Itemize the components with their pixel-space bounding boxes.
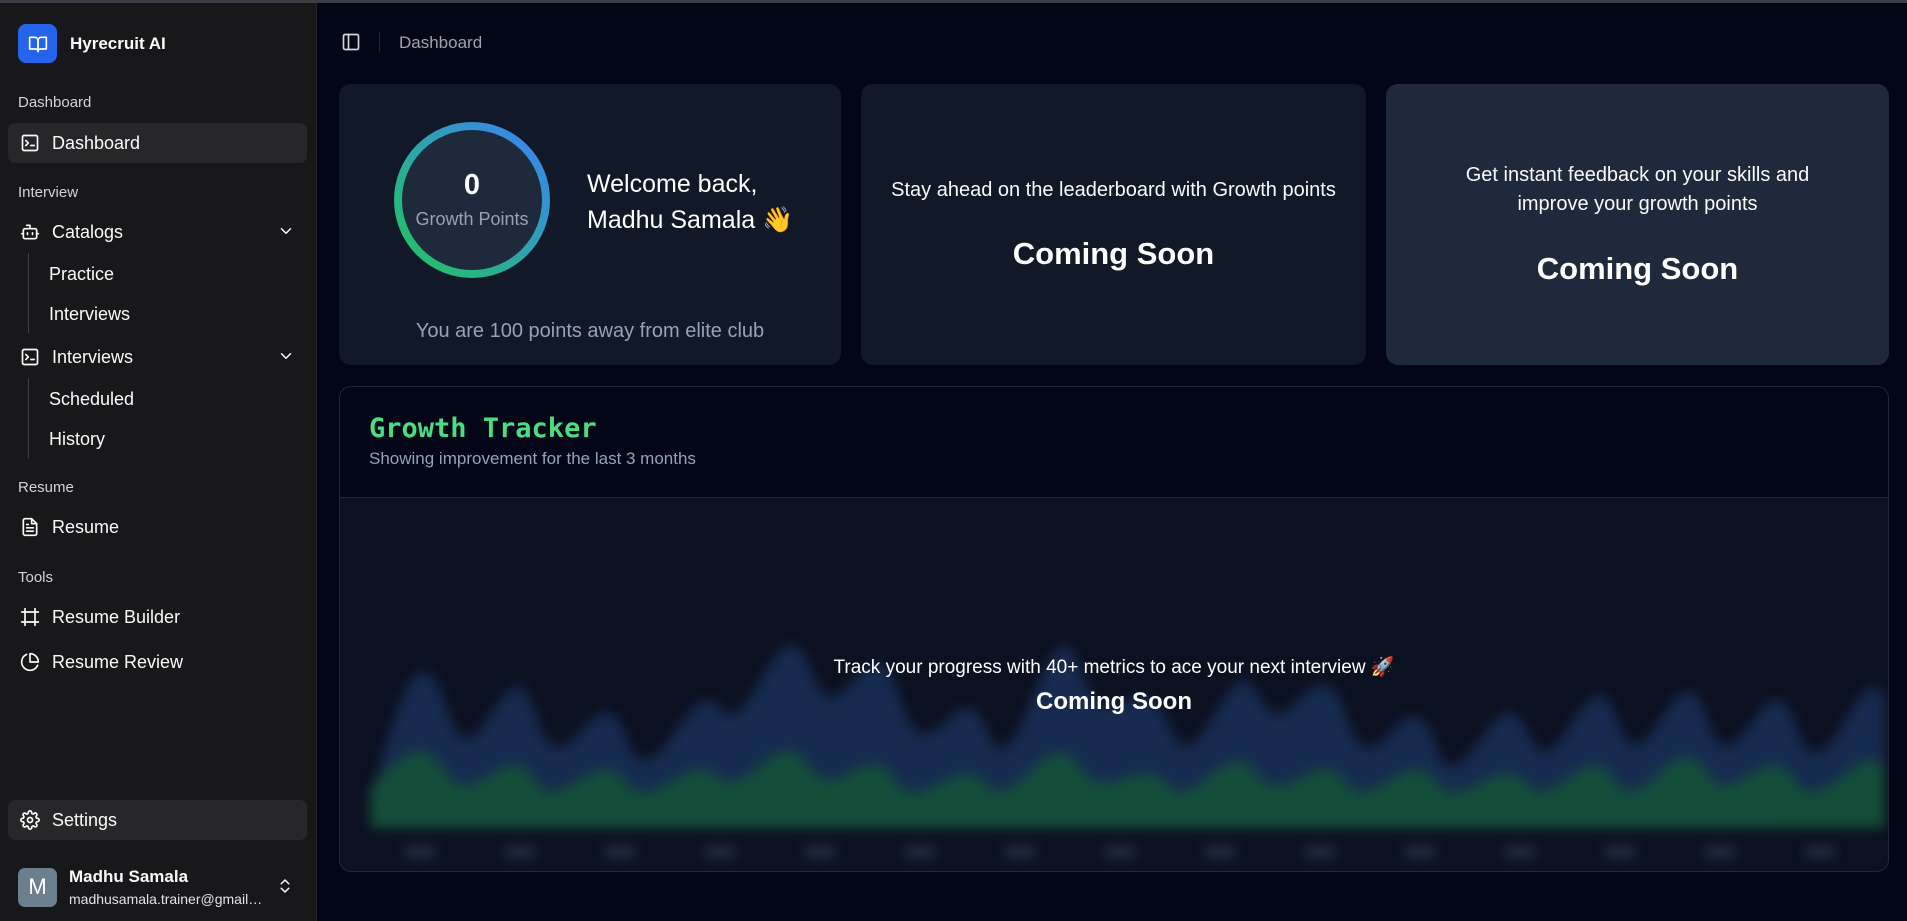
brand-name: Hyrecruit AI — [70, 33, 166, 53]
pie-chart-icon — [20, 652, 40, 672]
brand[interactable]: Hyrecruit AI — [18, 24, 166, 63]
sidebar-item-resume-builder[interactable]: Resume Builder — [8, 597, 307, 637]
sidebar-item-settings[interactable]: Settings — [8, 800, 307, 840]
section-label-resume: Resume — [18, 479, 74, 496]
sidebar-item-label: Resume Builder — [52, 606, 181, 627]
sidebar-item-practice[interactable]: Practice — [49, 264, 114, 285]
terminal-square-icon — [20, 133, 40, 153]
leaderboard-coming-soon: Coming Soon — [1012, 236, 1215, 271]
welcome-line: Welcome back, — [587, 170, 758, 198]
growth-tracker-overlay: Track your progress with 40+ metrics to … — [340, 655, 1888, 716]
chevrons-up-down-icon[interactable] — [276, 877, 294, 900]
leaderboard-message: Stay ahead on the leaderboard with Growt… — [891, 179, 1336, 201]
growth-tracker-header: Growth Tracker Showing improvement for t… — [340, 387, 1888, 498]
blurred-axis-labels — [405, 848, 1835, 856]
submenu-line — [28, 253, 29, 333]
section-label-dashboard: Dashboard — [18, 94, 92, 111]
welcome-name: Madhu Samala 👋 — [587, 206, 794, 234]
sidebar-item-catalogs[interactable]: Catalogs — [8, 212, 307, 252]
sidebar-item-label: Settings — [52, 809, 118, 830]
sidebar-item-dashboard[interactable]: Dashboard — [8, 123, 307, 163]
growth-tracker-panel: Growth Tracker Showing improvement for t… — [339, 386, 1889, 872]
sidebar-item-label: Catalogs — [52, 221, 124, 242]
growth-tracker-message: Track your progress with 40+ metrics to … — [833, 657, 1395, 678]
file-text-icon — [20, 517, 40, 537]
sidebar-toggle-icon[interactable] — [341, 32, 361, 52]
sidebar-item-resume-review[interactable]: Resume Review — [8, 642, 307, 682]
sidebar-item-resume[interactable]: Resume — [8, 507, 307, 547]
growth-tracker-title: Growth Tracker — [369, 413, 597, 444]
section-label-tools: Tools — [18, 569, 54, 586]
feedback-message: Get instant feedback on your skills and … — [1386, 161, 1889, 219]
leaderboard-card: Stay ahead on the leaderboard with Growt… — [861, 84, 1366, 365]
bot-icon — [20, 222, 40, 242]
growth-tracker-subtitle: Showing improvement for the last 3 month… — [369, 449, 696, 468]
growth-points-ring: 0 Growth Points — [391, 119, 553, 281]
elite-club-message: You are 100 points away from elite club — [415, 320, 765, 342]
gear-icon — [20, 810, 40, 830]
welcome-message: Welcome back, Madhu Samala 👋 — [587, 166, 793, 238]
growth-tracker-coming-soon: Coming Soon — [1036, 688, 1192, 715]
sidebar-item-history[interactable]: History — [49, 429, 105, 450]
sidebar: Hyrecruit AI Dashboard Dashboard Intervi… — [0, 3, 317, 921]
avatar: M — [18, 867, 57, 907]
feedback-message-line: Get instant feedback on your skills and — [1465, 164, 1810, 186]
user-email: madhusamala.trainer@gmail.com — [69, 891, 264, 907]
terminal-square-icon — [20, 347, 40, 367]
chevron-down-icon[interactable] — [277, 347, 295, 370]
sidebar-item-label: Interviews — [52, 346, 134, 367]
user-menu[interactable]: M Madhu Samala madhusamala.trainer@gmail… — [18, 867, 298, 907]
growth-points-card: 0 Growth Points Welcome back, Madhu Sama… — [339, 84, 841, 365]
sidebar-item-label: Dashboard — [52, 132, 141, 153]
sidebar-item-interviews-catalog[interactable]: Interviews — [49, 304, 130, 325]
frame-icon — [20, 607, 40, 627]
growth-points-label: Growth Points — [415, 208, 529, 229]
chevron-down-icon[interactable] — [277, 222, 295, 245]
feedback-coming-soon: Coming Soon — [1536, 251, 1739, 286]
feedback-card: Get instant feedback on your skills and … — [1386, 84, 1889, 365]
sidebar-item-scheduled[interactable]: Scheduled — [49, 389, 134, 410]
feedback-message-line: improve your growth points — [1517, 193, 1758, 215]
sidebar-item-label: Resume — [52, 516, 120, 537]
user-name: Madhu Samala — [69, 867, 189, 886]
growth-points-value: 0 — [463, 168, 481, 201]
breadcrumb[interactable]: Dashboard — [399, 33, 482, 53]
sidebar-item-interviews[interactable]: Interviews — [8, 337, 307, 377]
header-separator — [379, 32, 380, 52]
sidebar-item-label: Resume Review — [52, 651, 184, 672]
section-label-interview: Interview — [18, 184, 79, 201]
submenu-line — [28, 378, 29, 458]
book-open-icon — [18, 24, 57, 63]
